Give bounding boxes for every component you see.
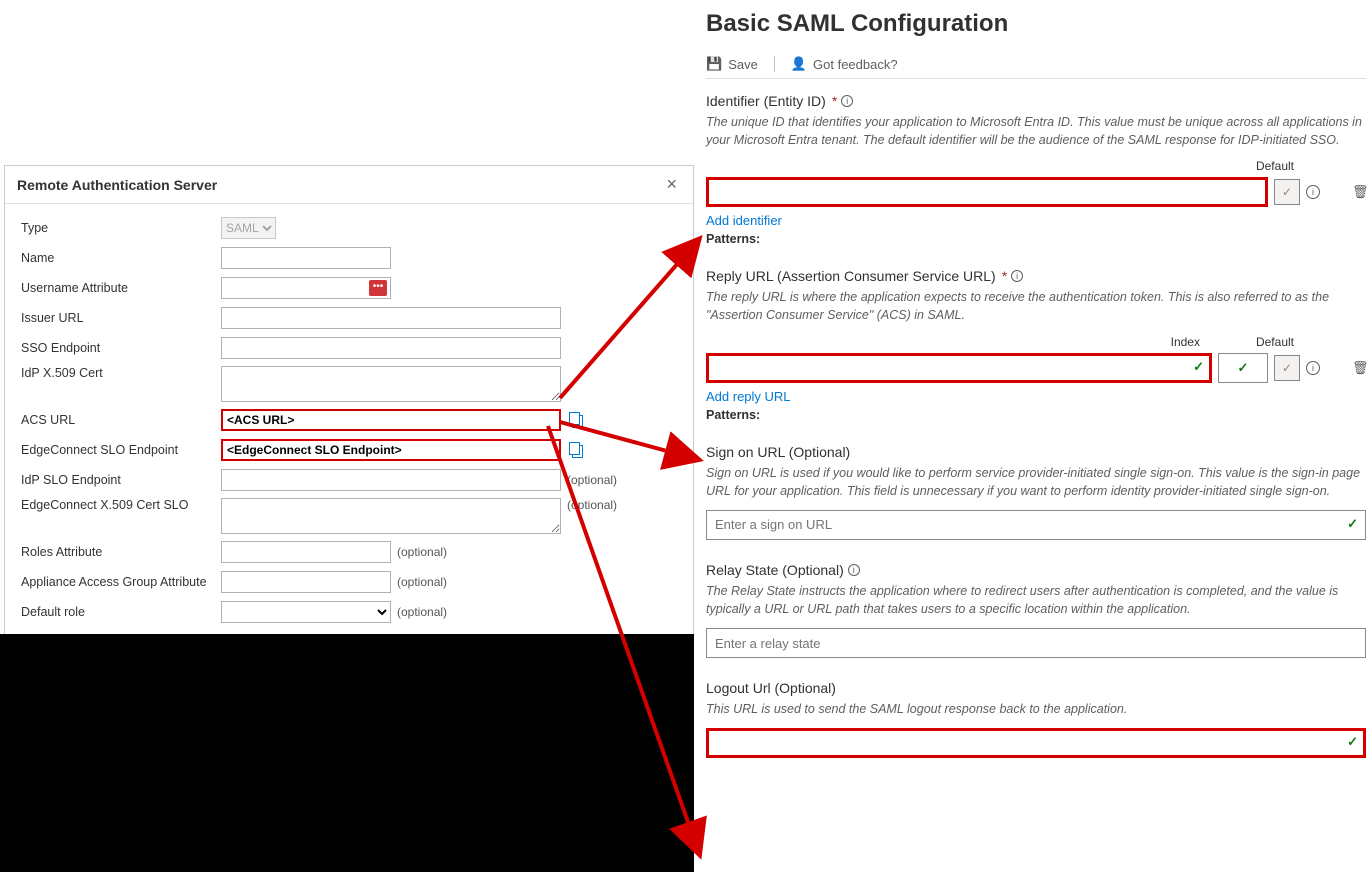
optional-text: (optional) xyxy=(567,473,617,487)
idp-slo-label: IdP SLO Endpoint xyxy=(21,473,221,487)
default-role-label: Default role xyxy=(21,605,221,619)
black-region xyxy=(0,634,694,872)
appliance-group-input[interactable] xyxy=(221,571,391,593)
reply-url-input[interactable] xyxy=(706,353,1212,383)
reply-row: ✓ ✓ ✓ i 🗑 xyxy=(706,353,1366,383)
logout-input[interactable] xyxy=(706,728,1366,758)
copy-icon[interactable] xyxy=(569,412,583,428)
logout-label: Logout Url (Optional) xyxy=(706,680,1366,696)
username-attr-input[interactable] xyxy=(221,277,391,299)
index-box[interactable]: ✓ xyxy=(1218,353,1268,383)
logout-section: Logout Url (Optional) This URL is used t… xyxy=(706,680,1366,758)
logout-desc: This URL is used to send the SAML logout… xyxy=(706,700,1366,718)
copy-icon[interactable] xyxy=(569,442,583,458)
close-icon[interactable]: × xyxy=(662,174,681,195)
signon-input[interactable] xyxy=(706,510,1366,540)
idp-cert-input[interactable] xyxy=(221,366,561,402)
required-marker: * xyxy=(832,93,837,109)
idp-slo-input[interactable] xyxy=(221,469,561,491)
signon-section: Sign on URL (Optional) Sign on URL is us… xyxy=(706,444,1366,540)
identifier-row: ✓ i 🗑 xyxy=(706,177,1366,207)
issuer-url-input[interactable] xyxy=(221,307,561,329)
ec-cert-slo-input[interactable] xyxy=(221,498,561,534)
save-icon xyxy=(706,56,722,72)
roles-attr-label: Roles Attribute xyxy=(21,545,221,559)
ec-slo-input[interactable] xyxy=(221,439,561,461)
ellipsis-icon[interactable]: ••• xyxy=(369,280,387,296)
panel-title: Basic SAML Configuration xyxy=(706,10,1366,38)
check-icon: ✓ xyxy=(1347,516,1358,532)
dialog-header: Remote Authentication Server × xyxy=(5,166,693,204)
roles-attr-input[interactable] xyxy=(221,541,391,563)
type-select[interactable]: SAML xyxy=(221,217,276,239)
relay-input[interactable] xyxy=(706,628,1366,658)
delete-icon[interactable]: 🗑 xyxy=(1352,360,1366,376)
name-input[interactable] xyxy=(221,247,391,269)
ec-slo-label: EdgeConnect SLO Endpoint xyxy=(21,443,221,457)
delete-icon[interactable]: 🗑 xyxy=(1352,184,1366,200)
identifier-col-headers: Default xyxy=(706,159,1366,173)
save-action[interactable]: Save xyxy=(706,56,758,72)
ec-cert-slo-label: EdgeConnect X.509 Cert SLO xyxy=(21,498,221,512)
info-icon[interactable]: i xyxy=(848,564,860,576)
info-icon[interactable]: i xyxy=(841,95,853,107)
type-label: Type xyxy=(21,221,221,235)
identifier-input[interactable] xyxy=(706,177,1268,207)
acs-url-label: ACS URL xyxy=(21,413,221,427)
check-icon: ✓ xyxy=(1347,734,1358,750)
optional-text: (optional) xyxy=(397,605,447,619)
separator xyxy=(774,56,775,72)
info-icon[interactable]: i xyxy=(1306,185,1320,199)
reply-desc: The reply URL is where the application e… xyxy=(706,288,1366,324)
optional-text: (optional) xyxy=(397,545,447,559)
sso-endpoint-label: SSO Endpoint xyxy=(21,341,221,355)
identifier-patterns: Patterns: xyxy=(706,232,1366,246)
name-label: Name xyxy=(21,251,221,265)
username-attr-label: Username Attribute xyxy=(21,281,221,295)
check-icon: ✓ xyxy=(1193,359,1204,375)
identifier-label: Identifier (Entity ID) * i xyxy=(706,93,1366,109)
relay-desc: The Relay State instructs the applicatio… xyxy=(706,582,1366,618)
add-reply-link[interactable]: Add reply URL xyxy=(706,389,1366,404)
check-icon: ✓ xyxy=(1238,360,1249,376)
add-identifier-link[interactable]: Add identifier xyxy=(706,213,1366,228)
appliance-group-label: Appliance Access Group Attribute xyxy=(21,575,221,589)
acs-url-input[interactable] xyxy=(221,409,561,431)
required-marker: * xyxy=(1002,268,1007,284)
saml-config-panel: Basic SAML Configuration Save Got feedba… xyxy=(706,0,1366,758)
identifier-section: Identifier (Entity ID) * i The unique ID… xyxy=(706,93,1366,246)
panel-toolbar: Save Got feedback? xyxy=(706,56,1366,79)
identifier-desc: The unique ID that identifies your appli… xyxy=(706,113,1366,149)
reply-label: Reply URL (Assertion Consumer Service UR… xyxy=(706,268,1366,284)
dialog-body: Type SAML Name Username Attribute ••• Is… xyxy=(5,204,693,644)
reply-section: Reply URL (Assertion Consumer Service UR… xyxy=(706,268,1366,421)
default-checkbox[interactable]: ✓ xyxy=(1274,179,1300,205)
default-checkbox[interactable]: ✓ xyxy=(1274,355,1300,381)
optional-text: (optional) xyxy=(397,575,447,589)
reply-patterns: Patterns: xyxy=(706,408,1366,422)
idp-cert-label: IdP X.509 Cert xyxy=(21,366,221,380)
info-icon[interactable]: i xyxy=(1011,270,1023,282)
relay-label: Relay State (Optional) i xyxy=(706,562,1366,578)
feedback-icon xyxy=(791,56,807,72)
signon-label: Sign on URL (Optional) xyxy=(706,444,1366,460)
dialog-title: Remote Authentication Server xyxy=(17,177,217,193)
issuer-url-label: Issuer URL xyxy=(21,311,221,325)
info-icon[interactable]: i xyxy=(1306,361,1320,375)
relay-section: Relay State (Optional) i The Relay State… xyxy=(706,562,1366,658)
remote-auth-dialog: Remote Authentication Server × Type SAML… xyxy=(4,165,694,686)
sso-endpoint-input[interactable] xyxy=(221,337,561,359)
default-role-select[interactable] xyxy=(221,601,391,623)
reply-col-headers: Index Default xyxy=(706,335,1366,349)
signon-desc: Sign on URL is used if you would like to… xyxy=(706,464,1366,500)
optional-text: (optional) xyxy=(567,498,617,512)
feedback-action[interactable]: Got feedback? xyxy=(791,56,898,72)
